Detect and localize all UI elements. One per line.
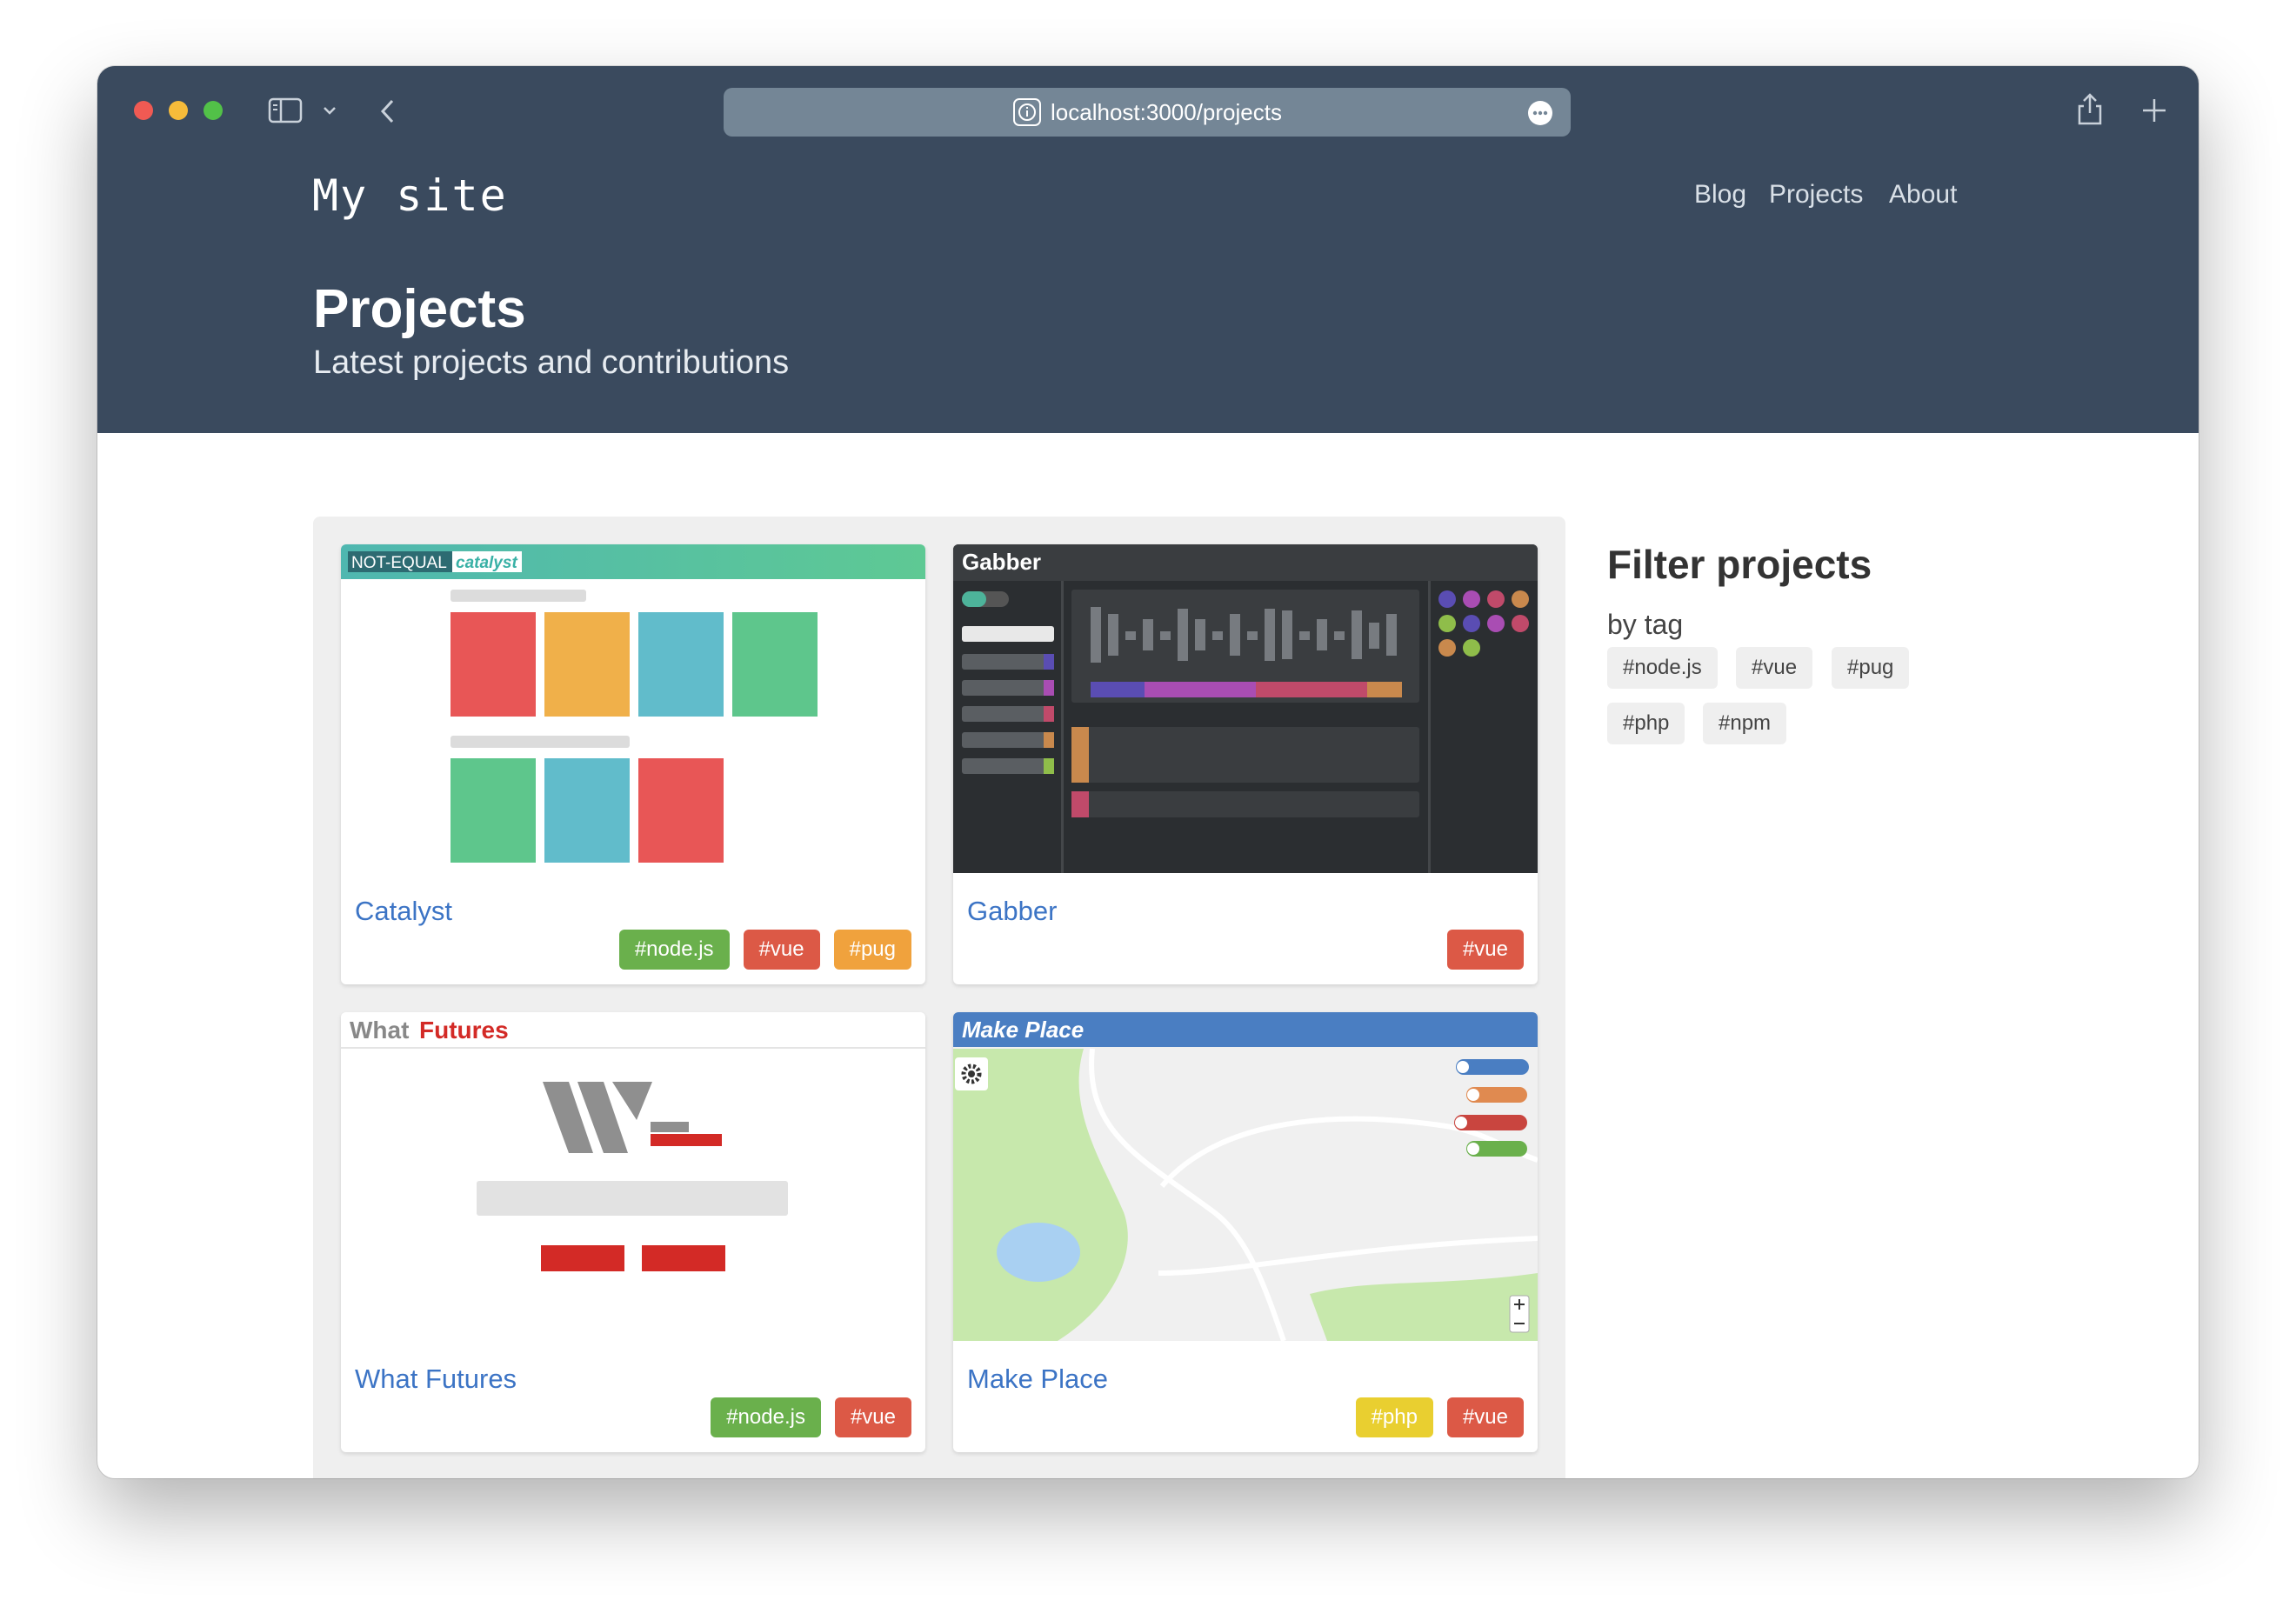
project-title[interactable]: Catalyst: [355, 896, 452, 927]
filter-tag-php[interactable]: #php: [1607, 703, 1685, 744]
tag-nodejs[interactable]: #node.js: [618, 930, 730, 970]
filter-subtitle: by tag: [1607, 609, 1684, 640]
project-title[interactable]: What Futures: [355, 1364, 517, 1395]
close-window-button[interactable]: [134, 101, 153, 120]
tag-vue[interactable]: #vue: [834, 1397, 911, 1437]
page-subtitle: Latest projects and contributions: [313, 344, 790, 381]
more-options-icon[interactable]: [1527, 100, 1553, 126]
project-tags: #node.js #vue #pug: [605, 930, 911, 970]
gabber-banner-text: Gabber: [962, 549, 1041, 575]
filter-tag-nodejs[interactable]: #node.js: [1607, 647, 1718, 689]
what-futures-banner-text: What: [350, 1017, 409, 1044]
project-card-gabber[interactable]: Gabber Gabber #vue: [953, 544, 1538, 984]
url-text: localhost:3000/projects: [1051, 99, 1282, 125]
minimize-window-button[interactable]: [169, 101, 188, 120]
project-tags: #vue: [1433, 930, 1524, 970]
site-brand[interactable]: My site: [312, 170, 508, 221]
project-title[interactable]: Gabber: [967, 896, 1057, 927]
projects-grid: NOT-EQUAL catalyst Catalyst #node.js #vue…: [313, 517, 1565, 1478]
tag-nodejs[interactable]: #node.js: [711, 1397, 821, 1437]
share-icon[interactable]: [2075, 90, 2105, 127]
zoom-window-button[interactable]: [204, 101, 223, 120]
browser-window: localhost:3000/projects My site Blog Pro…: [97, 66, 2199, 1478]
catalyst-banner-accent: catalyst: [456, 554, 517, 572]
filter-title: Filter projects: [1607, 542, 1872, 587]
project-title[interactable]: Make Place: [967, 1364, 1108, 1395]
filter-tag-npm[interactable]: #npm: [1703, 703, 1787, 744]
project-card-what-futures[interactable]: What Futures What Futures #node.js #vue: [341, 1012, 925, 1452]
what-futures-preview-image: What Futures: [341, 1012, 925, 1341]
browser-toolbar: localhost:3000/projects: [97, 66, 2199, 153]
page-title: Projects: [313, 279, 526, 339]
nav-link-about[interactable]: About: [1889, 180, 1957, 210]
back-arrow-icon[interactable]: [377, 97, 398, 125]
address-bar-url[interactable]: localhost:3000/projects: [724, 88, 1571, 137]
gabber-preview-image: Gabber: [953, 544, 1538, 873]
tag-php[interactable]: #php: [1355, 1397, 1433, 1437]
catalyst-preview-image: NOT-EQUAL catalyst: [341, 544, 925, 873]
filter-tag-vue[interactable]: #vue: [1736, 647, 1813, 689]
address-bar[interactable]: localhost:3000/projects: [724, 88, 1571, 137]
project-card-catalyst[interactable]: NOT-EQUAL catalyst Catalyst #node.js #vue…: [341, 544, 925, 984]
tag-vue[interactable]: #vue: [743, 930, 820, 970]
tag-vue[interactable]: #vue: [1446, 930, 1524, 970]
catalyst-banner-text: NOT-EQUAL: [351, 554, 447, 572]
chevron-down-icon[interactable]: [322, 104, 337, 117]
nav-link-projects[interactable]: Projects: [1769, 180, 1863, 210]
new-tab-icon[interactable]: [2141, 97, 2167, 123]
project-card-make-place[interactable]: Make Place Make Place #php #vue: [953, 1012, 1538, 1452]
nav-link-blog[interactable]: Blog: [1694, 180, 1746, 210]
sidebar-icon[interactable]: [268, 97, 303, 123]
tag-vue[interactable]: #vue: [1446, 1397, 1524, 1437]
make-place-banner-text: Make Place: [962, 1017, 1084, 1043]
tag-pug[interactable]: #pug: [833, 930, 911, 970]
project-tags: #node.js #vue: [697, 1397, 911, 1437]
make-place-preview-image: Make Place: [953, 1012, 1538, 1341]
project-tags: #php #vue: [1342, 1397, 1524, 1437]
filter-tag-pug[interactable]: #pug: [1832, 647, 1910, 689]
site-info-icon[interactable]: [1012, 97, 1042, 127]
what-futures-banner-accent: Futures: [419, 1017, 509, 1044]
